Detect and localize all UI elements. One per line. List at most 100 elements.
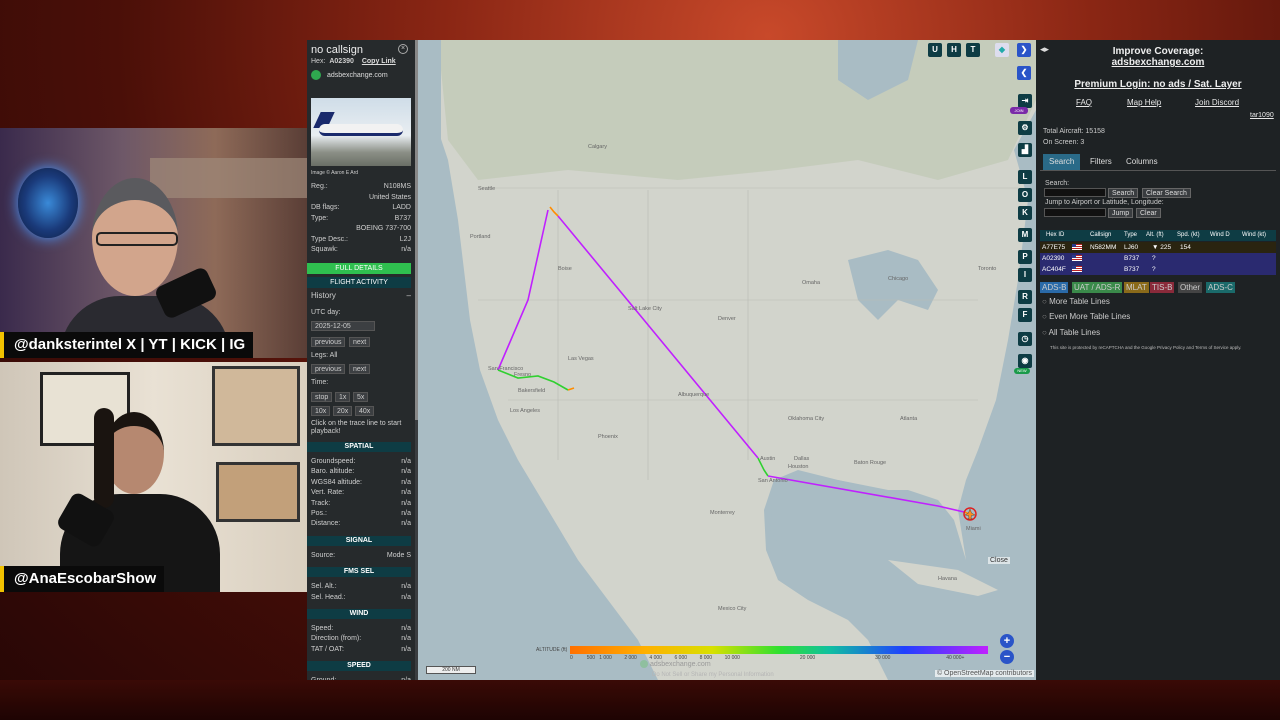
- date-input[interactable]: 2025-12-05: [311, 321, 375, 331]
- section-spatial-header[interactable]: SPATIAL: [307, 442, 411, 452]
- close-label[interactable]: Close: [988, 557, 1010, 564]
- section-wind-header[interactable]: WIND: [307, 609, 411, 619]
- jump-input[interactable]: [1044, 208, 1106, 217]
- toggle-u-button[interactable]: U: [928, 43, 942, 57]
- join-discord-link[interactable]: Join Discord: [1195, 98, 1239, 107]
- col-wind-kt[interactable]: Wind (kt): [1242, 230, 1266, 241]
- source-legend-item: Other: [1178, 282, 1203, 293]
- tab-search[interactable]: Search: [1043, 154, 1081, 170]
- toggle-r-button[interactable]: R: [1018, 290, 1032, 304]
- source-link[interactable]: adsbexchange.com: [327, 72, 388, 79]
- table-row[interactable]: A02390 B737?: [1040, 253, 1276, 264]
- previous-leg-button[interactable]: previous: [311, 364, 346, 374]
- toggle-k-button[interactable]: K: [1018, 206, 1032, 220]
- improve-link[interactable]: adsbexchange.com: [1036, 57, 1280, 68]
- next-day-button[interactable]: next: [349, 337, 371, 347]
- flight-activity-button[interactable]: FLIGHT ACTIVITY: [307, 277, 411, 288]
- search-button[interactable]: Search: [1108, 188, 1139, 198]
- speed-1x-button[interactable]: 1x: [335, 392, 351, 402]
- col-callsign[interactable]: Callsign: [1090, 230, 1111, 241]
- speed-20x-button[interactable]: 20x: [333, 406, 353, 416]
- attribution[interactable]: © OpenStreetMap contributors: [934, 670, 1034, 677]
- stream-bottom-bar: [0, 680, 1280, 720]
- settings-icon[interactable]: ⚙: [1018, 121, 1032, 135]
- toggle-o-button[interactable]: O: [1018, 188, 1032, 202]
- full-details-label: FULL DETAILS: [335, 265, 383, 272]
- aircraft-photo[interactable]: [311, 98, 411, 166]
- field-value: L2J: [399, 235, 411, 243]
- search-input[interactable]: [1044, 188, 1106, 197]
- faq-link[interactable]: FAQ: [1076, 98, 1092, 107]
- toggle-h-button[interactable]: H: [947, 43, 961, 57]
- city-label: Houston: [788, 464, 809, 470]
- collapse-left-icon[interactable]: ❮: [1017, 66, 1031, 80]
- copy-link[interactable]: Copy Link: [362, 58, 396, 65]
- next-leg-button[interactable]: next: [349, 364, 371, 374]
- jump-button[interactable]: Jump: [1108, 208, 1134, 218]
- city-label: Monterrey: [710, 510, 735, 516]
- section-speed-header[interactable]: SPEED: [307, 661, 411, 672]
- city-label: Toronto: [978, 266, 996, 272]
- row-value: Mode S: [386, 551, 411, 559]
- speed-10x-button[interactable]: 10x: [311, 406, 331, 416]
- stop-button[interactable]: stop: [311, 392, 333, 402]
- speed-5x-button[interactable]: 5x: [353, 392, 369, 402]
- zoom-out-button[interactable]: −: [1000, 650, 1014, 664]
- toggle-t-button[interactable]: T: [966, 43, 980, 57]
- watermark-sub[interactable]: Do Not Sell or Share my Personal Informa…: [652, 672, 774, 678]
- row-type: B737: [1124, 266, 1140, 273]
- row-label: Baro. altitude:: [311, 468, 355, 476]
- map-view[interactable]: Calgary Seattle Portland Boise Salt Lake Cit…: [418, 40, 1036, 680]
- full-details-button[interactable]: FULL DETAILS: [307, 263, 411, 274]
- eye-icon[interactable]: ◉: [1018, 354, 1032, 368]
- zoom-in-button[interactable]: +: [1000, 634, 1014, 648]
- close-icon[interactable]: ×: [398, 44, 408, 54]
- section-signal-header[interactable]: SIGNAL: [307, 535, 411, 546]
- map-help-link[interactable]: Map Help: [1127, 98, 1161, 107]
- col-alt[interactable]: Alt. (ft): [1146, 230, 1164, 241]
- previous-day-button[interactable]: previous: [311, 337, 346, 347]
- table-row[interactable]: A77E75 N582MM LJ60 ▼ 225 154: [1040, 242, 1276, 253]
- col-hex[interactable]: Hex ID: [1046, 230, 1064, 241]
- history-title: History: [311, 291, 336, 300]
- col-wind-dir[interactable]: Wind D: [1210, 230, 1230, 241]
- map-canvas[interactable]: Calgary Seattle Portland Boise Salt Lake Cit…: [418, 40, 1036, 680]
- section-spatial-row: Track: n/a: [311, 499, 411, 509]
- toggle-i-button[interactable]: I: [1018, 268, 1032, 282]
- col-type[interactable]: Type: [1124, 230, 1137, 241]
- login-icon[interactable]: ⇥: [1018, 94, 1032, 108]
- tab-columns[interactable]: Columns: [1120, 154, 1164, 170]
- toggle-p-button[interactable]: P: [1018, 250, 1032, 264]
- wall-sign: [18, 168, 78, 238]
- expand-right-icon[interactable]: ❯: [1017, 43, 1031, 57]
- section-signal-row: Source: Mode S: [311, 551, 411, 561]
- more-table-lines[interactable]: More Table Lines: [1042, 297, 1110, 306]
- row-label: Source:: [311, 551, 336, 559]
- clock-icon[interactable]: ◷: [1018, 332, 1032, 346]
- clear-button[interactable]: Clear: [1136, 208, 1161, 218]
- collapse-icon[interactable]: –: [407, 291, 411, 301]
- all-table-lines[interactable]: All Table Lines: [1042, 328, 1100, 337]
- user-link[interactable]: tar1090: [1250, 112, 1274, 119]
- history-header[interactable]: History –: [311, 291, 411, 301]
- city-label: Baton Rouge: [854, 460, 886, 466]
- tab-filters[interactable]: Filters: [1084, 154, 1118, 170]
- photo-credit: Image © Aaron E Ard: [311, 170, 359, 176]
- table-row[interactable]: AC404F B737?: [1040, 264, 1276, 275]
- vehicle-icon[interactable]: ▟: [1018, 143, 1032, 157]
- even-more-table-lines[interactable]: Even More Table Lines: [1042, 312, 1130, 321]
- speed-40x-button[interactable]: 40x: [355, 406, 375, 416]
- row-label: Direction (from):: [311, 635, 362, 643]
- toggle-m-button[interactable]: M: [1018, 228, 1032, 242]
- field-value: LADD: [392, 204, 411, 211]
- toggle-l-button[interactable]: L: [1018, 170, 1032, 184]
- section-spatial-row: WGS84 altitude: n/a: [311, 478, 411, 488]
- toggle-f-button[interactable]: F: [1018, 308, 1032, 322]
- layers-icon[interactable]: ◆: [995, 43, 1009, 57]
- premium-login-link[interactable]: Premium Login: no ads / Sat. Layer: [1036, 79, 1280, 90]
- table-header[interactable]: Hex ID Callsign Type Alt. (ft) Spd. (kt)…: [1040, 230, 1276, 241]
- section-fms-header[interactable]: FMS SEL: [307, 567, 411, 578]
- col-spd[interactable]: Spd. (kt): [1177, 230, 1200, 241]
- city-label: Denver: [718, 316, 736, 322]
- clear-search-button[interactable]: Clear Search: [1142, 188, 1191, 198]
